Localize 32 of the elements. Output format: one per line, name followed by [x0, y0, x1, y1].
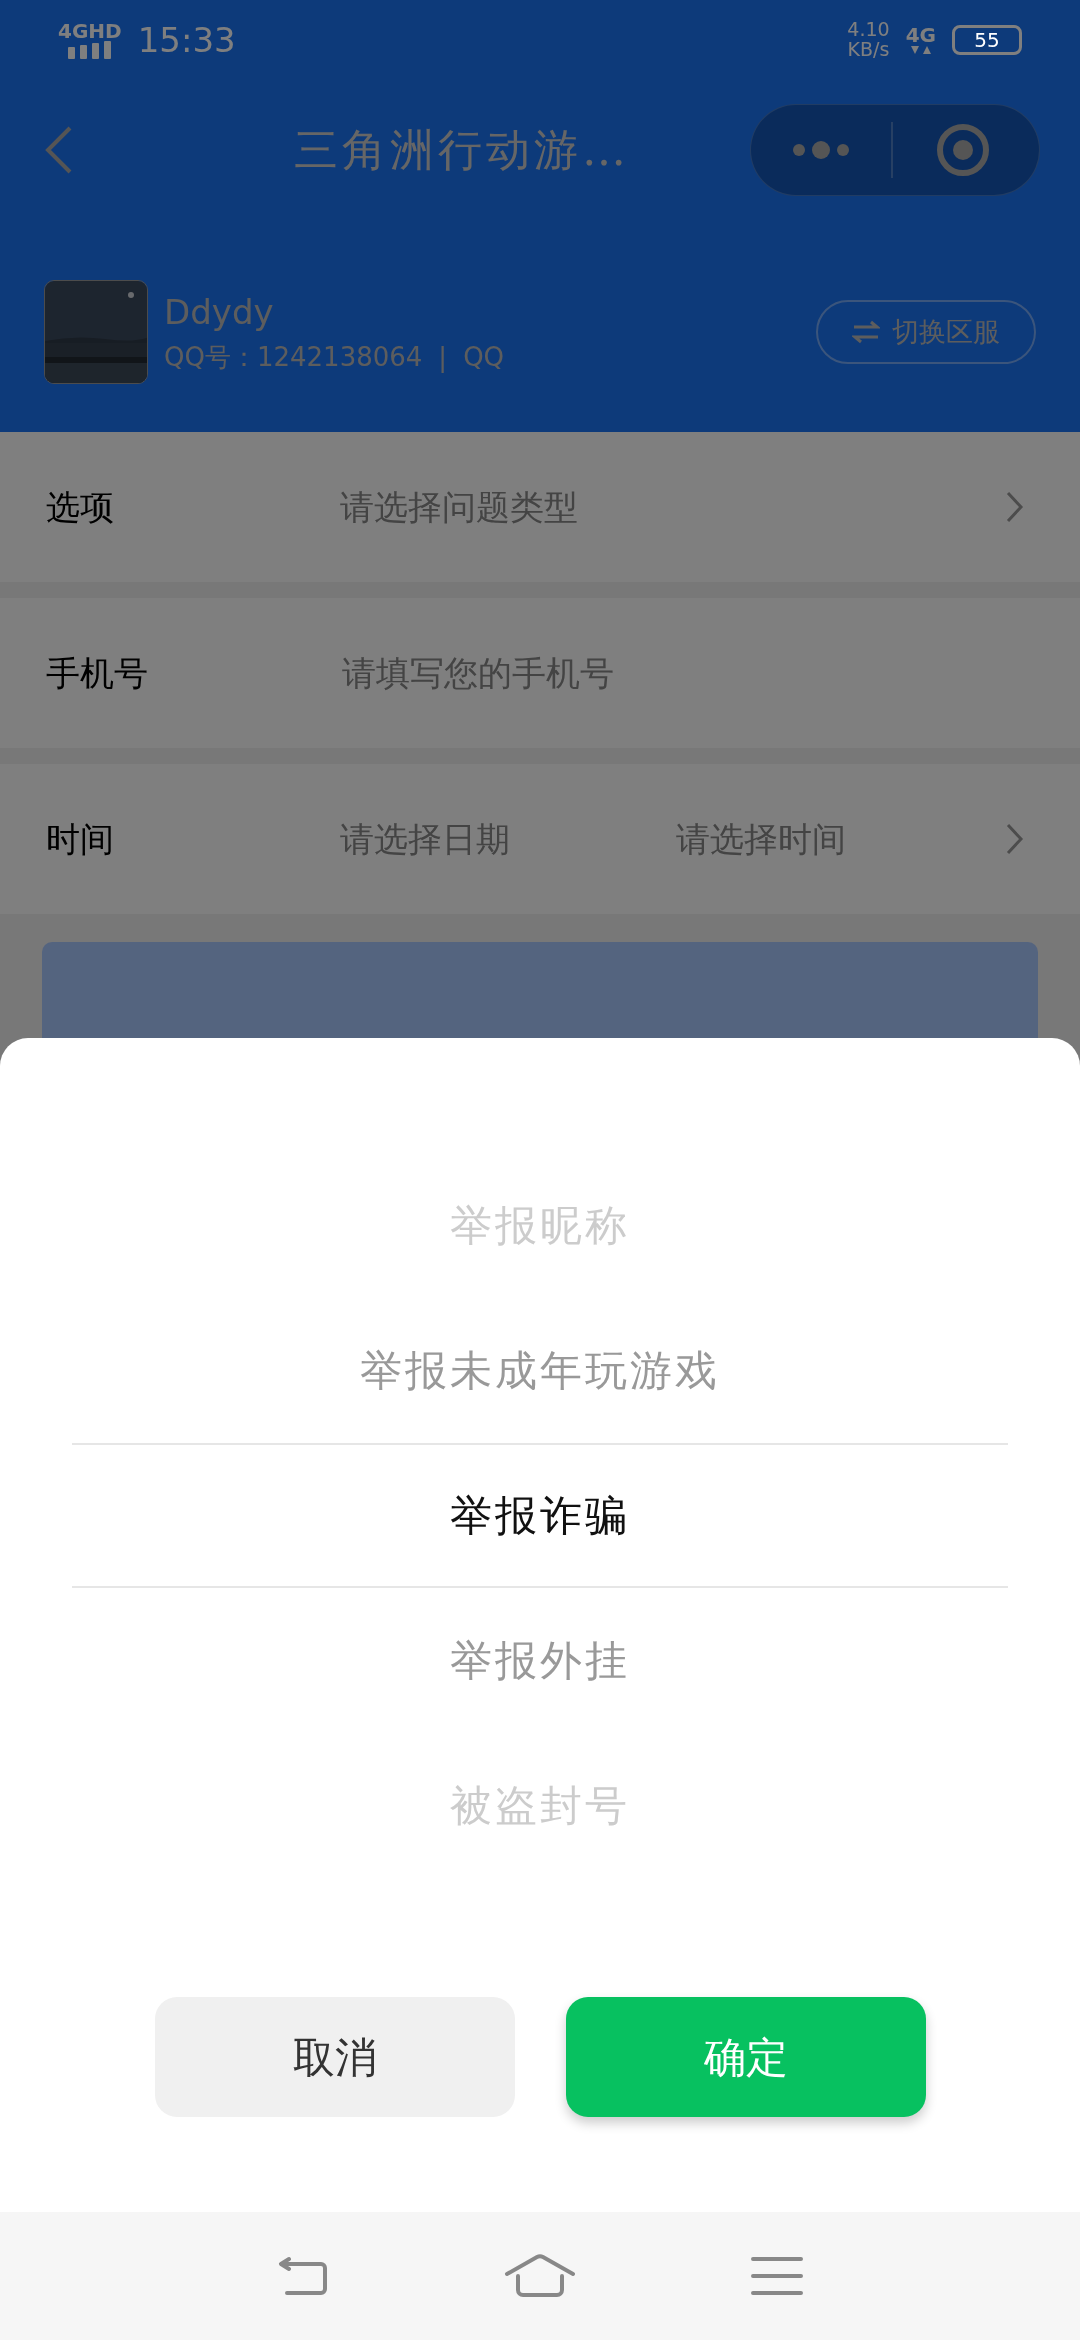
- platform-label: QQ: [463, 341, 505, 374]
- back-icon[interactable]: [277, 2255, 330, 2297]
- picker-option[interactable]: 举报诈骗: [72, 1443, 1008, 1588]
- swap-icon: [852, 320, 880, 344]
- switch-server-button[interactable]: 切换区服: [816, 299, 1036, 365]
- signal-icon: [66, 41, 113, 59]
- picker-option[interactable]: 举报外挂: [72, 1588, 1008, 1733]
- speed-unit: KB/s: [847, 40, 890, 60]
- field-label: 时间: [46, 817, 115, 861]
- field-label: 选项: [46, 485, 115, 529]
- home-icon[interactable]: [504, 2254, 576, 2298]
- select-field[interactable]: 请选择时间: [676, 813, 846, 865]
- user-name: Ddydy: [164, 291, 275, 334]
- page-title: 三角洲行动游…: [293, 123, 631, 177]
- select-field[interactable]: 请选择日期: [340, 813, 676, 865]
- chevron-icon: [1006, 823, 1024, 855]
- network-speed: 4.10: [847, 20, 890, 40]
- confirm-button[interactable]: 确定: [565, 1997, 926, 2117]
- picker-option[interactable]: 举报未成年玩游戏: [72, 1298, 1008, 1443]
- data-arrows-icon: [909, 45, 932, 55]
- select-field[interactable]: 请选择问题类型: [340, 481, 578, 533]
- separator: |: [438, 341, 448, 375]
- cancel-button[interactable]: 取消: [154, 1997, 515, 2117]
- clock-time: 15:33: [137, 18, 236, 62]
- mobile-data-label: 4G: [905, 25, 936, 45]
- field-label: 手机号: [46, 651, 149, 695]
- account-id: QQ号：1242138064: [164, 341, 423, 374]
- menu-icon[interactable]: [750, 2256, 803, 2296]
- chevron-icon: [1006, 491, 1024, 523]
- battery-level: 55: [974, 27, 1000, 54]
- input-field[interactable]: 请填写您的手机号: [340, 646, 1024, 700]
- network-label: 4GHD: [58, 21, 122, 41]
